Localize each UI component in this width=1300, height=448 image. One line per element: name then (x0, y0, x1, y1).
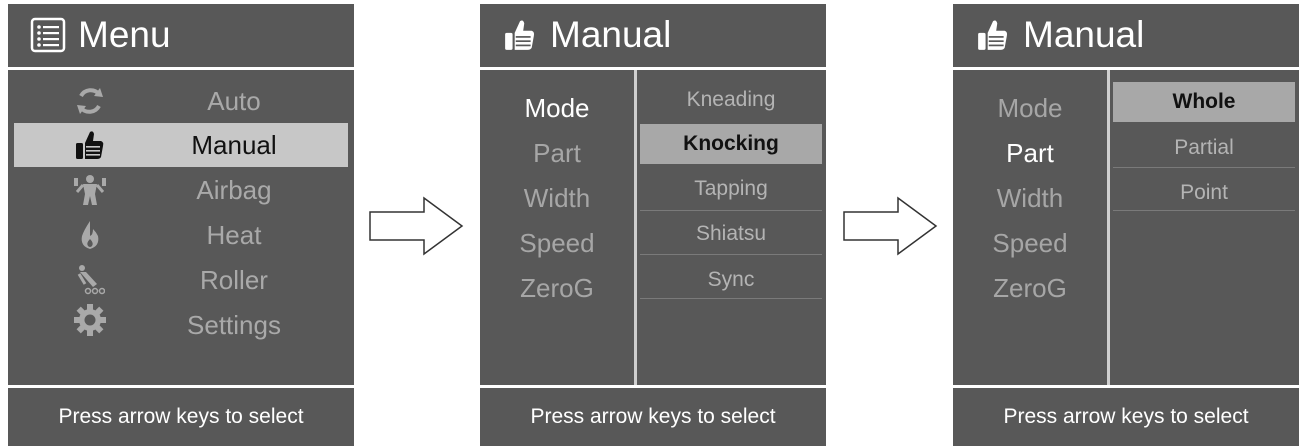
option-part[interactable]: Part (953, 138, 1107, 169)
list-icon (28, 15, 68, 55)
header-divider (480, 67, 826, 70)
gear-icon (68, 303, 112, 347)
manual-title: Manual (550, 14, 672, 55)
part-whole[interactable]: Whole (1113, 82, 1295, 122)
airbag-body-icon (68, 168, 112, 212)
manual-header: Manual (953, 4, 1299, 66)
menu-item-settings[interactable]: Settings (14, 303, 348, 347)
mode-kneading[interactable]: Kneading (640, 80, 822, 120)
option-speed[interactable]: Speed (953, 228, 1107, 259)
menu-item-label: Airbag (196, 174, 272, 205)
column-divider (634, 70, 637, 385)
menu-item-roller[interactable]: Roller (14, 258, 348, 302)
footer-hint: Press arrow keys to select (1003, 405, 1249, 428)
menu-item-label: Roller (200, 264, 268, 295)
menu-item-manual[interactable]: Manual (14, 123, 348, 167)
manual-title: Manual (1023, 14, 1145, 55)
option-zerog[interactable]: ZeroG (953, 273, 1107, 304)
menu-item-label: Manual (191, 129, 277, 160)
option-mode[interactable]: Mode (953, 93, 1107, 124)
menu-item-heat[interactable]: Heat (14, 213, 348, 257)
row-divider (640, 298, 822, 299)
manual-panel-part: Manual Mode Part Width Speed ZeroG Whole… (953, 4, 1299, 446)
option-zerog[interactable]: ZeroG (480, 273, 634, 304)
menu-item-airbag[interactable]: Airbag (14, 168, 348, 212)
menu-panel: Menu Auto Manual Airbag Heat Roller Sett… (8, 4, 354, 446)
menu-item-auto[interactable]: Auto (14, 79, 348, 123)
option-speed[interactable]: Speed (480, 228, 634, 259)
footer-hint: Press arrow keys to select (530, 405, 776, 428)
row-divider (1113, 210, 1295, 211)
mode-shiatsu[interactable]: Shiatsu (640, 214, 822, 254)
part-point[interactable]: Point (1113, 173, 1295, 213)
thumbs-up-icon (973, 15, 1013, 55)
right-arrow-icon (843, 196, 938, 256)
part-partial[interactable]: Partial (1113, 128, 1295, 168)
row-divider (1113, 167, 1295, 168)
manual-panel-mode: Manual Mode Part Width Speed ZeroG Knead… (480, 4, 826, 446)
header-divider (953, 67, 1299, 70)
row-divider (640, 254, 822, 255)
option-width[interactable]: Width (953, 183, 1107, 214)
menu-header: Menu (8, 4, 354, 66)
option-part[interactable]: Part (480, 138, 634, 169)
mode-sync[interactable]: Sync (640, 260, 822, 300)
mode-tapping[interactable]: Tapping (640, 169, 822, 209)
thumbs-up-icon (500, 15, 540, 55)
manual-header: Manual (480, 4, 826, 66)
flame-icon (68, 213, 112, 257)
option-width[interactable]: Width (480, 183, 634, 214)
thumbs-up-icon (68, 123, 112, 167)
menu-title: Menu (78, 14, 171, 55)
menu-item-label: Auto (207, 85, 261, 116)
right-arrow-icon (369, 196, 464, 256)
refresh-icon (68, 79, 112, 123)
footer-hint: Press arrow keys to select (58, 405, 304, 428)
option-mode[interactable]: Mode (480, 93, 634, 124)
mode-knocking[interactable]: Knocking (640, 124, 822, 164)
menu-item-label: Settings (187, 309, 281, 340)
column-divider (1107, 70, 1110, 385)
header-divider (8, 67, 354, 70)
menu-item-label: Heat (206, 219, 262, 250)
roller-icon (68, 258, 112, 302)
row-divider (640, 210, 822, 211)
